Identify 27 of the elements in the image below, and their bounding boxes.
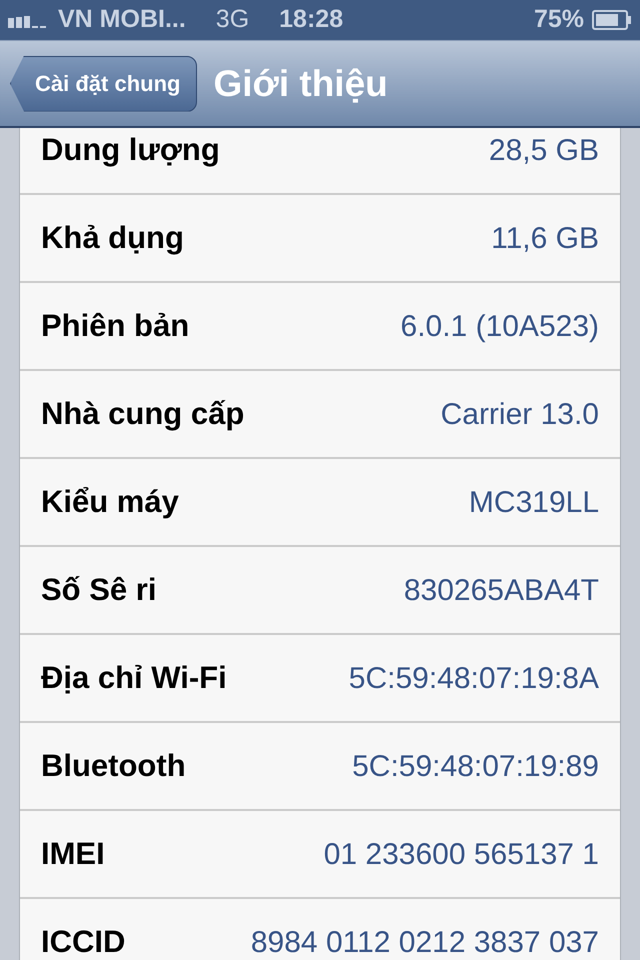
row-label: Số Sê ri (41, 570, 156, 609)
row-value: 11,6 GB (491, 220, 599, 256)
row-value: 01 233600 565137 1 (324, 836, 599, 872)
row-label: Địa chỉ Wi-Fi (41, 658, 227, 697)
row-label: Dung lượng (41, 130, 220, 169)
page-title: Giới thiệu (213, 62, 388, 106)
battery-percent: 75% (534, 4, 584, 36)
row-value: 6.0.1 (10A523) (400, 308, 599, 344)
back-button[interactable]: Cài đặt chung (10, 56, 198, 112)
row-value: 5C:59:48:07:19:89 (352, 748, 599, 784)
row-label: Nhà cung cấp (41, 394, 244, 433)
row-label: Phiên bản (41, 306, 190, 345)
row-value: 830265ABA4T (404, 572, 599, 608)
row-value: 28,5 GB (488, 132, 599, 168)
row-label: Bluetooth (41, 746, 186, 785)
battery-icon (592, 10, 632, 30)
row-value: Carrier 13.0 (440, 396, 599, 432)
row-label: Khả dụng (41, 218, 184, 257)
clock: 18:28 (279, 4, 344, 36)
network-type: 3G (216, 4, 250, 36)
row-value: MC319LL (468, 484, 599, 520)
row-label: ICCID (41, 922, 126, 960)
carrier-name: VN MOBI... (58, 4, 186, 36)
row-value: 5C:59:48:07:19:8A (348, 660, 599, 696)
row-value: 8984 0112 0212 3837 037 (250, 924, 599, 960)
row-label: Kiểu máy (41, 482, 179, 521)
row-label: IMEI (41, 834, 105, 873)
